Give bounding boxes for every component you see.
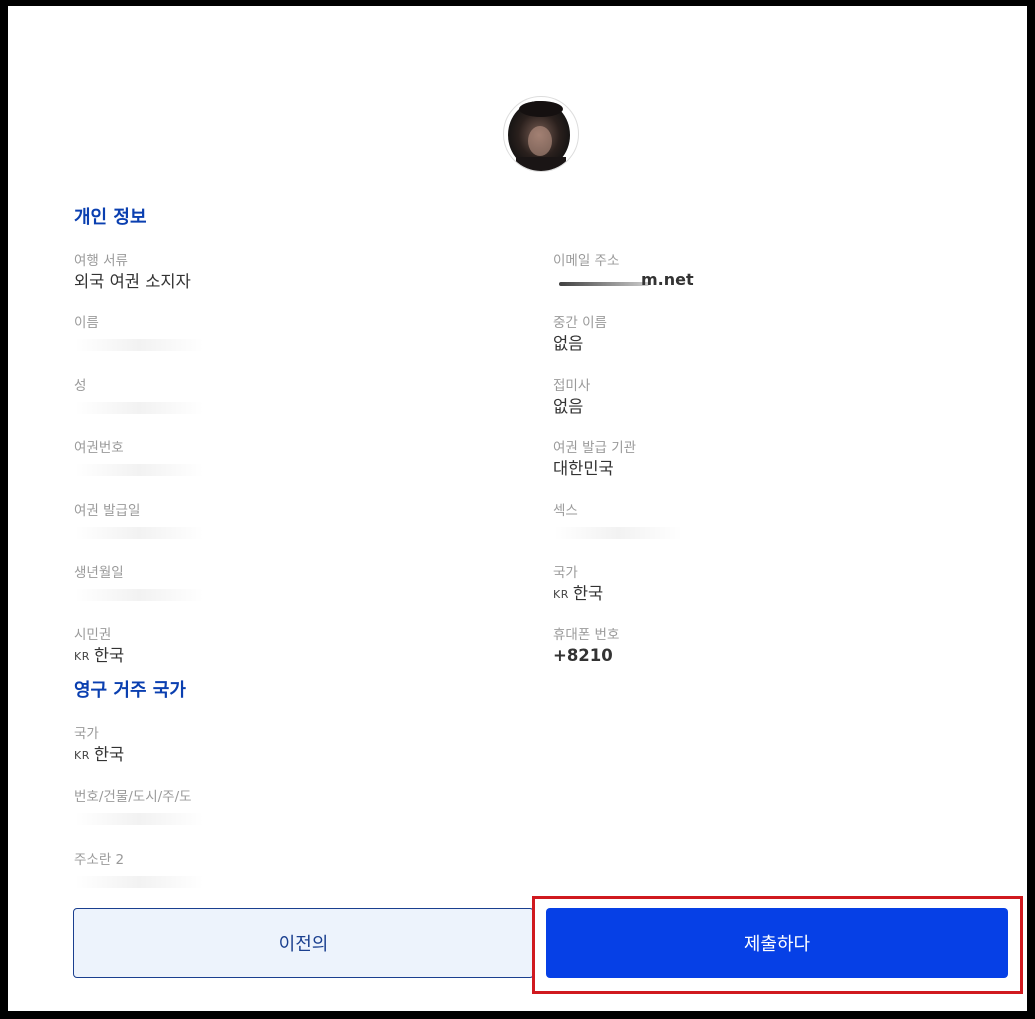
field-travel-document: 여행 서류 외국 여권 소지자 xyxy=(74,252,191,293)
field-label: 이름 xyxy=(74,315,99,331)
field-suffix: 접미사 없음 xyxy=(553,377,590,418)
field-label: 국가 xyxy=(74,726,99,742)
field-value: +8210 xyxy=(553,646,613,665)
field-value: KR 한국 xyxy=(74,645,124,668)
field-citizenship: 시민권 KR 한국 xyxy=(74,626,124,668)
field-date-of-birth: 생년월일 xyxy=(74,564,204,605)
field-last-name: 성 xyxy=(74,377,204,418)
previous-button[interactable]: 이전의 xyxy=(73,908,534,978)
redacted-value xyxy=(74,339,204,351)
field-middle-name: 중간 이름 없음 xyxy=(553,314,607,355)
field-passport-number: 여권번호 xyxy=(74,439,204,480)
field-first-name: 이름 xyxy=(74,314,204,355)
field-passport-issue-date: 여권 발급일 xyxy=(74,502,204,543)
profile-photo xyxy=(503,96,579,172)
field-label: 번호/건물/도시/주/도 xyxy=(74,789,192,805)
field-label: 섹스 xyxy=(553,503,578,519)
field-value: m.net xyxy=(553,270,694,292)
redacted-value xyxy=(74,527,204,539)
field-label: 성 xyxy=(74,378,87,394)
email-suffix: m.net xyxy=(641,270,694,289)
personal-info-heading: 개인 정보 xyxy=(74,207,147,228)
field-value: 외국 여권 소지자 xyxy=(74,272,191,291)
redacted-value xyxy=(74,876,204,888)
field-country: 국가 KR 한국 xyxy=(553,564,603,606)
field-sex: 섹스 xyxy=(553,502,683,543)
redacted-value xyxy=(74,402,204,414)
field-label: 여권번호 xyxy=(74,440,124,456)
field-label: 시민권 xyxy=(74,627,112,643)
field-label: 여행 서류 xyxy=(74,253,128,269)
field-value: KR 한국 xyxy=(553,583,603,606)
redacted-value xyxy=(74,589,204,601)
country-name: 한국 xyxy=(572,584,604,603)
country-code: KR xyxy=(74,749,90,762)
field-label: 주소란 2 xyxy=(74,852,125,868)
field-label: 이메일 주소 xyxy=(553,253,620,269)
redacted-value xyxy=(553,527,683,539)
field-value: KR 한국 xyxy=(74,744,124,767)
redacted-value xyxy=(74,813,204,825)
country-code: KR xyxy=(553,588,569,601)
redacted-value xyxy=(74,464,204,476)
field-email: 이메일 주소 m.net xyxy=(553,252,694,292)
field-value: 대한민국 xyxy=(553,459,614,478)
field-address-line-1: 번호/건물/도시/주/도 xyxy=(74,788,204,829)
field-label: 접미사 xyxy=(553,378,591,394)
field-mobile-number: 휴대폰 번호 +8210 xyxy=(553,626,619,667)
submit-button[interactable]: 제출하다 xyxy=(546,908,1008,978)
field-label: 중간 이름 xyxy=(553,315,607,331)
residence-heading: 영구 거주 국가 xyxy=(74,680,186,701)
field-label: 여권 발급일 xyxy=(74,503,141,519)
application-form: 개인 정보 여행 서류 외국 여권 소지자 이름 성 여권번호 여권 발급일 생… xyxy=(8,6,1027,1011)
field-value: 없음 xyxy=(553,397,584,416)
field-label: 생년월일 xyxy=(74,565,124,581)
country-code: KR xyxy=(74,650,90,663)
country-name: 한국 xyxy=(93,745,125,764)
field-residence-country: 국가 KR 한국 xyxy=(74,725,124,767)
redacted-value xyxy=(559,282,649,286)
field-label: 여권 발급 기관 xyxy=(553,440,637,456)
field-address-line-2: 주소란 2 xyxy=(74,851,204,892)
country-name: 한국 xyxy=(93,646,125,665)
field-value: 없음 xyxy=(553,334,584,353)
field-label: 국가 xyxy=(553,565,578,581)
field-passport-issuer: 여권 발급 기관 대한민국 xyxy=(553,439,636,480)
field-label: 휴대폰 번호 xyxy=(553,627,620,643)
